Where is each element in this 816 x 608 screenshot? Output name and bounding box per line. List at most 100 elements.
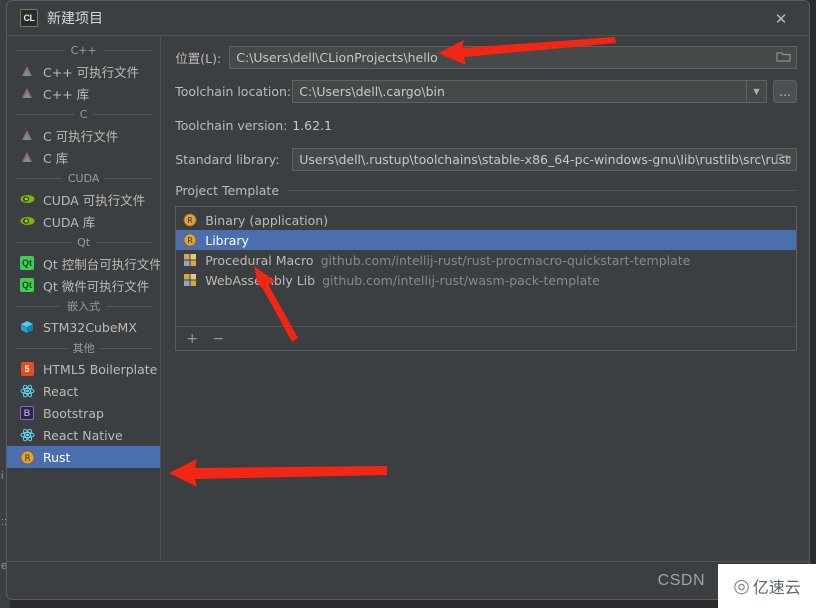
sidebar-item-label: React Native — [43, 427, 123, 443]
template-row-library[interactable]: R Library — [176, 230, 796, 250]
folder-icon[interactable] — [776, 50, 792, 64]
template-row-webassembly-lib[interactable]: WebAssembly Lib github.com/intellij-rust… — [176, 270, 796, 290]
toolchain-location-label: Toolchain location: — [175, 84, 292, 99]
sidebar-group-label: CUDA — [67, 171, 100, 185]
dialog-title: 新建项目 — [47, 11, 103, 27]
toolchain-location-value: C:\Users\dell\.cargo\bin — [299, 84, 445, 99]
template-sublabel: github.com/intellij-rust/rust-procmacro-… — [320, 252, 691, 268]
yisuyun-logo-overlay: ◎ 亿速云 — [718, 564, 816, 608]
template-label: WebAssembly Lib — [205, 272, 316, 288]
location-label: 位置(L): — [175, 51, 222, 66]
sidebar-item-label: Bootstrap — [43, 405, 104, 421]
cpp-triangle-icon — [19, 85, 35, 101]
toolchain-location-row: Toolchain location: C:\Users\dell\.cargo… — [175, 80, 797, 103]
dialog-body: C++ C++ 可执行文件 C++ 库 C C 可执行文件 C 库 CUDA C… — [7, 36, 809, 561]
project-settings-panel: 位置(L): C:\Users\dell\CLionProjects\hello… — [161, 36, 809, 561]
sidebar-group-label: 其他 — [72, 342, 95, 355]
sidebar-item-stm32cubemx[interactable]: STM32CubeMX — [7, 316, 160, 338]
location-input[interactable]: C:\Users\dell\CLionProjects\hello — [229, 46, 797, 69]
sidebar-item-react[interactable]: React — [7, 380, 160, 402]
puzzle-icon — [182, 272, 198, 288]
location-row: 位置(L): C:\Users\dell\CLionProjects\hello — [175, 46, 797, 69]
dialog-titlebar: CL 新建项目 ✕ — [7, 1, 809, 36]
sidebar-group-label: Qt — [77, 235, 91, 249]
template-row-procedural-macro[interactable]: Procedural Macro github.com/intellij-rus… — [176, 250, 796, 270]
project-template-label: Project Template — [175, 182, 280, 198]
template-label: Library — [205, 232, 249, 248]
folder-icon[interactable] — [776, 152, 792, 166]
html5-icon: 5 — [19, 361, 35, 377]
dialog-footer: CSDN — [7, 561, 809, 599]
sidebar-item-label: HTML5 Boilerplate — [43, 361, 158, 377]
sidebar-group-cuda: CUDA — [7, 168, 160, 188]
toolchain-location-combo[interactable]: C:\Users\dell\.cargo\bin ▼ — [292, 80, 767, 103]
csdn-watermark: CSDN — [657, 572, 705, 589]
location-value: C:\Users\dell\CLionProjects\hello — [236, 50, 438, 65]
bootstrap-icon: B — [19, 405, 35, 421]
template-label: Procedural Macro — [205, 252, 314, 268]
sidebar-group-label: C++ — [70, 43, 97, 57]
sidebar-item-rust[interactable]: R Rust — [7, 446, 161, 468]
cpp-triangle-icon — [19, 63, 35, 79]
sidebar-item-cuda-executable[interactable]: CUDA 可执行文件 — [7, 188, 160, 210]
sidebar-item-label: C++ 库 — [43, 86, 90, 102]
cloud-logo-icon: ◎ — [733, 575, 750, 597]
project-type-sidebar[interactable]: C++ C++ 可执行文件 C++ 库 C C 可执行文件 C 库 CUDA C… — [7, 36, 162, 561]
sidebar-item-label: CUDA 可执行文件 — [43, 192, 146, 208]
yisuyun-logo-text: 亿速云 — [752, 578, 801, 597]
sidebar-item-cuda-library[interactable]: CUDA 库 — [7, 210, 160, 232]
sidebar-item-label: React — [43, 383, 79, 399]
nvidia-icon — [19, 191, 35, 207]
remove-template-button[interactable]: − — [210, 331, 226, 347]
project-template-section-header: Project Template — [175, 182, 797, 198]
project-template-toolbar: + − — [176, 326, 796, 350]
standard-library-label: Standard library: — [175, 152, 280, 167]
sidebar-group-label: 嵌入式 — [67, 300, 101, 313]
react-icon — [19, 427, 35, 443]
sidebar-group-embedded: 嵌入式 — [7, 296, 160, 316]
sidebar-group-cpp: C++ — [7, 40, 160, 60]
sidebar-item-qt-console-executable[interactable]: Qt Qt 控制台可执行文件 — [7, 252, 160, 274]
new-project-dialog: CL 新建项目 ✕ C++ C++ 可执行文件 C++ 库 C C 可执行文件 … — [6, 0, 810, 600]
clion-app-icon: CL — [20, 9, 38, 27]
svg-text:R: R — [188, 216, 194, 225]
sidebar-item-qt-widget-executable[interactable]: Qt Qt 微件可执行文件 — [7, 274, 160, 296]
sidebar-item-html5-boilerplate[interactable]: 5 HTML5 Boilerplate — [7, 358, 160, 380]
nvidia-icon — [19, 213, 35, 229]
svg-text:R: R — [24, 452, 30, 462]
cube-icon — [19, 319, 35, 335]
rust-icon: R — [19, 449, 35, 465]
rust-icon: R — [182, 232, 198, 248]
sidebar-item-c-executable[interactable]: C 可执行文件 — [7, 124, 160, 146]
sidebar-item-label: C++ 可执行文件 — [43, 64, 140, 80]
sidebar-group-c: C — [7, 104, 160, 124]
template-row-binary[interactable]: R Binary (application) — [176, 210, 796, 230]
puzzle-icon — [182, 252, 198, 268]
standard-library-input[interactable]: Users\dell\.rustup\toolchains\stable-x86… — [292, 148, 797, 171]
rust-icon: R — [182, 212, 198, 228]
standard-library-value: Users\dell\.rustup\toolchains\stable-x86… — [299, 152, 790, 167]
sidebar-item-cpp-executable[interactable]: C++ 可执行文件 — [7, 60, 160, 82]
template-label: Binary (application) — [205, 212, 329, 228]
sidebar-item-react-native[interactable]: React Native — [7, 424, 160, 446]
close-icon[interactable]: ✕ — [763, 7, 799, 31]
chevron-down-icon[interactable]: ▼ — [746, 81, 766, 102]
project-template-list[interactable]: R Binary (application) R Library Procedu… — [176, 207, 796, 326]
qt-icon: Qt — [20, 256, 34, 270]
sidebar-item-label: STM32CubeMX — [43, 319, 137, 335]
sidebar-item-label: CUDA 库 — [43, 214, 96, 230]
standard-library-row: Standard library: Users\dell\.rustup\too… — [175, 148, 797, 171]
sidebar-item-cpp-library[interactable]: C++ 库 — [7, 82, 160, 104]
c-triangle-icon — [19, 149, 35, 165]
sidebar-item-c-library[interactable]: C 库 — [7, 146, 160, 168]
add-template-button[interactable]: + — [184, 331, 200, 347]
sidebar-item-bootstrap[interactable]: B Bootstrap — [7, 402, 160, 424]
template-sublabel: github.com/intellij-rust/wasm-pack-templ… — [322, 272, 600, 288]
browse-toolchain-button[interactable]: ... — [773, 80, 797, 103]
sidebar-group-qt: Qt — [7, 232, 160, 252]
toolchain-version-label: Toolchain version: — [175, 118, 288, 133]
sidebar-item-label: C 库 — [43, 150, 69, 166]
toolchain-version-value: 1.62.1 — [292, 118, 332, 133]
c-triangle-icon — [19, 127, 35, 143]
sidebar-item-label: Rust — [43, 449, 71, 465]
